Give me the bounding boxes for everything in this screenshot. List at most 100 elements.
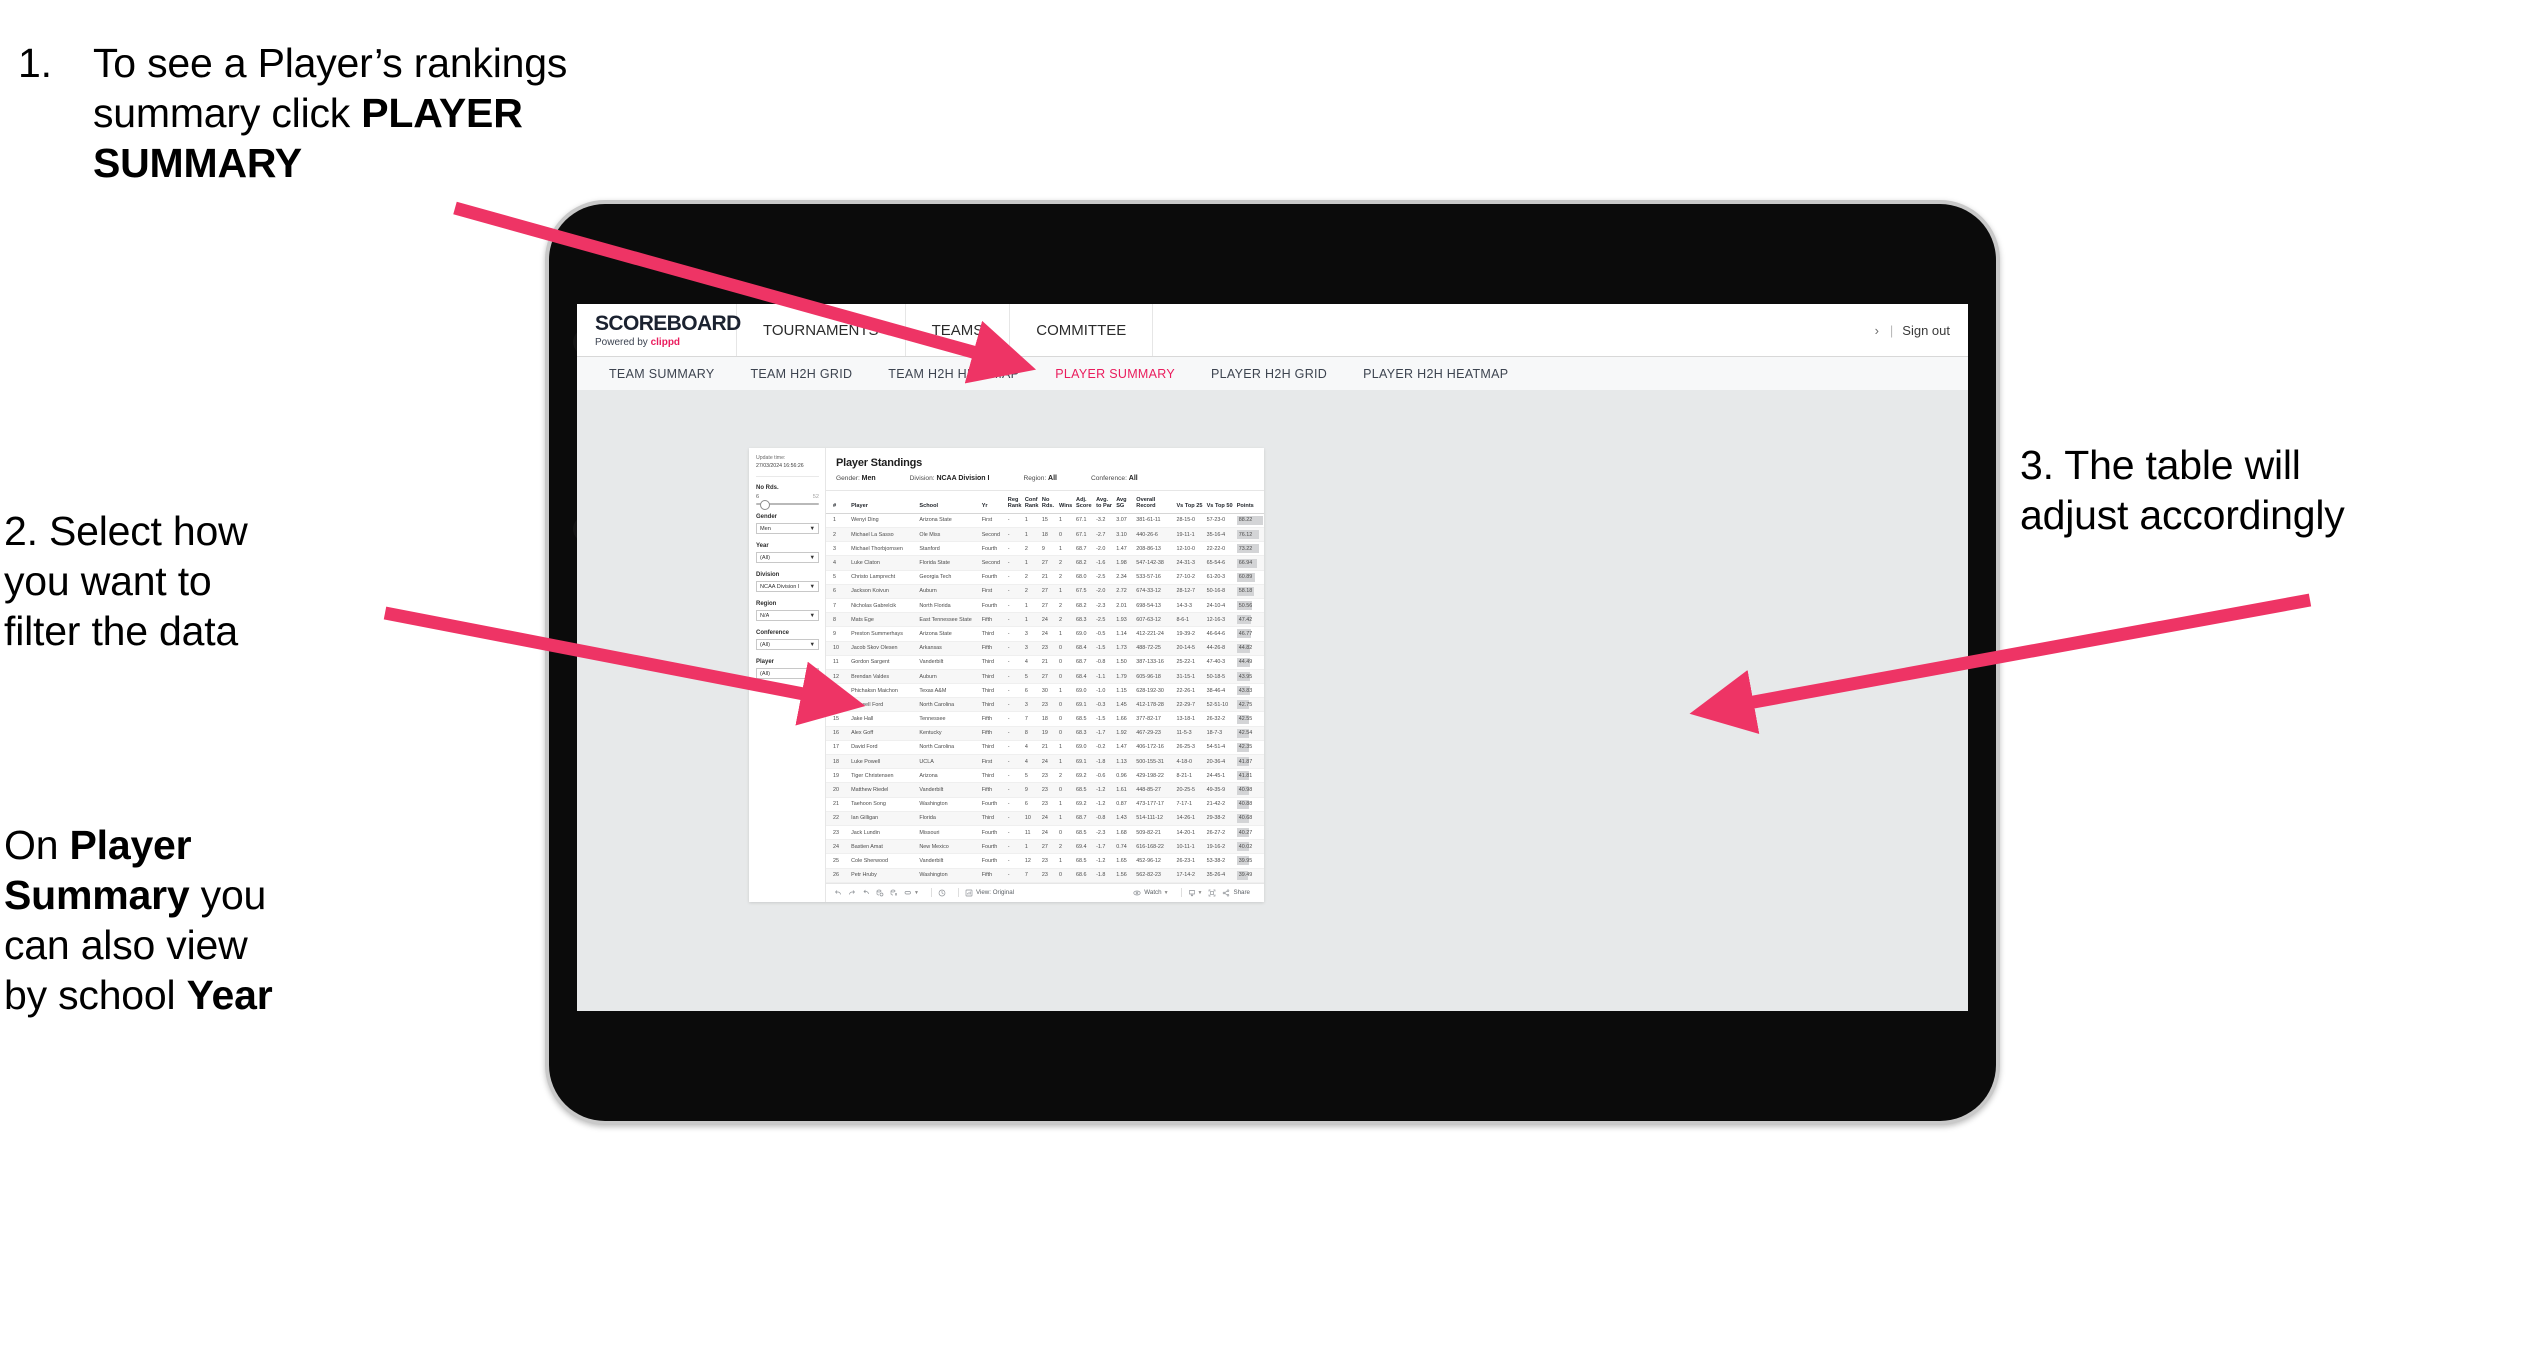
table-row[interactable]: 12 Brendan Valdes Auburn Third -5 27 0 68.4 -1.1… xyxy=(826,669,1264,685)
nav-item-tournaments[interactable]: TOURNAMENTS xyxy=(737,304,906,356)
overflow-icon[interactable]: › xyxy=(1875,323,1881,338)
table-row[interactable]: 13 Phichaksn Maichon Texas A&M Third -6 30 1 69… xyxy=(826,683,1264,699)
cell-points: 39.95 xyxy=(1235,853,1264,869)
division-select[interactable]: NCAA Division I ▼ xyxy=(756,581,819,593)
table-row[interactable]: 16 Alex Goff Kentucky Fifth -8 19 0 68.3 -1.7 1.9… xyxy=(826,726,1264,741)
tab-team-h2h-grid[interactable]: TEAM H2H GRID xyxy=(732,367,870,381)
tab-team-summary[interactable]: TEAM SUMMARY xyxy=(591,367,732,381)
table-row[interactable]: 6 Jackson Koivun Auburn First -2 27 1 67.5 -2.0 2… xyxy=(826,584,1264,599)
table-row[interactable]: 23 Jack Lundin Missouri Fourth -11 24 0 68.5 -2.… xyxy=(826,825,1264,841)
tab-player-h2h-grid[interactable]: PLAYER H2H GRID xyxy=(1193,367,1345,381)
col-player[interactable]: Player xyxy=(850,491,919,514)
cell-avg-to-par: -1.8 xyxy=(1095,754,1116,770)
table-row[interactable]: 20 Matthew Riedel Vanderbilt Fifth -9 23 0 68.5… xyxy=(826,782,1264,798)
col-no-rds[interactable]: No Rds. xyxy=(1040,491,1058,514)
cell-overall-record: 562-82-23 xyxy=(1135,868,1176,883)
col-avg-sg[interactable]: Avg SG xyxy=(1115,491,1136,514)
table-row[interactable]: 9 Preston Summerhays Arizona State Third -3 2… xyxy=(826,626,1264,642)
col-wins[interactable]: Wins xyxy=(1057,491,1076,514)
cell-avg-to-par: -1.5 xyxy=(1095,711,1116,727)
cell-adj-score: 68.5 xyxy=(1075,853,1096,869)
table-row[interactable]: 25 Cole Sherwood Vanderbilt Fourth -12 23 1 68.… xyxy=(826,853,1264,869)
watch-button[interactable]: Watch ▼ xyxy=(1133,889,1169,897)
cell-avg-to-par: -0.8 xyxy=(1095,811,1116,826)
points-value: 42.54 xyxy=(1238,730,1253,737)
division-value: NCAA Division I xyxy=(760,583,800,590)
cell-yr: Fifth xyxy=(980,641,1007,656)
device-preview-icon[interactable]: ▼ xyxy=(904,889,919,897)
cell-avg-to-par: -1.2 xyxy=(1095,853,1116,869)
col-adj-score[interactable]: Adj. Score xyxy=(1075,491,1096,514)
fullscreen-button[interactable] xyxy=(1208,889,1216,897)
cell-vs-top-25: 8-21-1 xyxy=(1175,768,1206,784)
col-avg-to-par[interactable]: Avg. to Par xyxy=(1095,491,1116,514)
table-row[interactable]: 18 Luke Powell UCLA First -4 24 1 69.1 -1.8 1.13 5… xyxy=(826,754,1264,770)
table-row[interactable]: 19 Tiger Christensen Arizona Third -5 23 2 69.2… xyxy=(826,768,1264,784)
col-vs-top-25[interactable]: Vs Top 25 xyxy=(1175,491,1206,514)
cell-points: 66.94 xyxy=(1235,555,1264,571)
points-value: 43.95 xyxy=(1238,673,1253,680)
cell-avg-to-par: -0.3 xyxy=(1095,697,1116,713)
col-conf-rank[interactable]: Conf Rank xyxy=(1023,491,1041,514)
annotation-3-line2: adjust accordingly xyxy=(2020,492,2345,539)
table-row[interactable]: 1 Wenyi Ding Arizona State First -1 15 1 67.1 -3… xyxy=(826,513,1264,529)
table-row[interactable]: 10 Jacob Skov Olesen Arkansas Fifth -3 23 0 68.… xyxy=(826,641,1264,656)
col-school[interactable]: School xyxy=(918,491,981,514)
col-points[interactable]: Points xyxy=(1235,491,1264,514)
redo-button[interactable] xyxy=(848,889,856,897)
gender-select[interactable]: Men ▼ xyxy=(756,523,819,535)
slider-handle[interactable] xyxy=(760,499,770,510)
table-row[interactable]: 24 Bastien Amat New Mexico Fourth -1 27 2 69.4-… xyxy=(826,839,1264,855)
refresh-data-icon[interactable] xyxy=(876,889,884,897)
year-select[interactable]: (All) ▼ xyxy=(756,552,819,564)
col-vs-top-50[interactable]: Vs Top 50 xyxy=(1205,491,1236,514)
chevron-down-icon: ▼ xyxy=(1163,889,1169,896)
view-button[interactable]: View: Original xyxy=(965,889,1014,897)
col-overall-rec[interactable]: Overall Record xyxy=(1135,491,1176,514)
nav-item-committee[interactable]: COMMITTEE xyxy=(1010,304,1154,356)
tab-player-summary[interactable]: PLAYER SUMMARY xyxy=(1037,367,1193,381)
col-reg-rank[interactable]: Reg Rank xyxy=(1006,491,1024,514)
cell-wins: 2 xyxy=(1057,555,1076,571)
cell-points: 41.87 xyxy=(1235,754,1264,770)
no-rds-label: No Rds. xyxy=(756,484,779,491)
no-rds-slider[interactable] xyxy=(756,499,819,510)
tab-team-h2h-heatmap[interactable]: TEAM H2H HEATMAP xyxy=(870,367,1037,381)
col-yr[interactable]: Yr xyxy=(980,491,1007,514)
nav-item-teams[interactable]: TEAMS xyxy=(906,304,1011,356)
share-button[interactable]: Share xyxy=(1222,889,1250,897)
cell-reg-rank: - xyxy=(1006,768,1024,784)
table-row[interactable]: 3 Michael Thorbjornsen Stanford Fourth -2 9 1 6… xyxy=(826,541,1264,557)
table-row[interactable]: 11 Gordon Sargent Vanderbilt Third -4 21 0 68.7… xyxy=(826,655,1264,670)
tab-player-h2h-heatmap[interactable]: PLAYER H2H HEATMAP xyxy=(1345,367,1526,381)
table-row[interactable]: 15 Jake Hall Tennessee Fifth -7 18 0 68.5 -1.5 1.… xyxy=(826,711,1264,727)
table-row[interactable]: 22 Ian Gilligan Florida Third -10 24 1 68.7 -0.8… xyxy=(826,811,1264,826)
revert-button[interactable] xyxy=(862,889,870,897)
table-row[interactable]: 7 Nicholas Gabrelcik North Florida Fourth -1… xyxy=(826,598,1264,614)
region-select[interactable]: N/A ▼ xyxy=(756,610,819,622)
table-row[interactable]: 17 David Ford North Carolina Third -4 21 1 69.0… xyxy=(826,740,1264,756)
app-logo[interactable]: SCOREBOARD Powered by clippd xyxy=(577,304,741,356)
cell-: 12 xyxy=(826,669,851,685)
table-row[interactable]: 26 Petr Hruby Washington Fifth -7 23 0 68.6 -1.8… xyxy=(826,868,1264,883)
table-row[interactable]: 8 Mats Ege East Tennessee State Fifth -1 24 2 6… xyxy=(826,612,1264,628)
table-row[interactable]: 14 Maxwell Ford North Carolina Third -3 23 0 69… xyxy=(826,697,1264,713)
table-row[interactable]: 2 Michael La Sasso Ole Miss Second -1 18 0 67.1… xyxy=(826,527,1264,543)
player-select[interactable]: (All) ▼ xyxy=(756,668,819,680)
cell-conf-rank: 3 xyxy=(1023,641,1041,656)
cell-adj-score: 69.2 xyxy=(1075,797,1096,812)
cell-player: Luke Powell xyxy=(850,754,919,770)
table-row[interactable]: 21 Taehoon Song Washington Fourth -6 23 1 69.2-… xyxy=(826,797,1264,812)
table-row[interactable]: 4 Luke Claton Florida State Second -1 27 2 68.2… xyxy=(826,555,1264,571)
download-button[interactable]: ▼ xyxy=(1188,889,1202,897)
pause-auto-update-icon[interactable] xyxy=(890,889,898,897)
sign-out-link[interactable]: Sign out xyxy=(1902,323,1950,338)
chevron-down-icon: ▼ xyxy=(809,641,815,648)
clock-icon[interactable] xyxy=(938,889,946,897)
undo-button[interactable] xyxy=(834,889,842,897)
cell-adj-score: 68.5 xyxy=(1075,782,1096,798)
col-rank[interactable]: # xyxy=(826,491,851,514)
cell-conf-rank: 3 xyxy=(1023,626,1041,642)
table-row[interactable]: 5 Christo Lamprecht Georgia Tech Fourth -2 21… xyxy=(826,570,1264,585)
conference-select[interactable]: (All) ▼ xyxy=(756,639,819,651)
